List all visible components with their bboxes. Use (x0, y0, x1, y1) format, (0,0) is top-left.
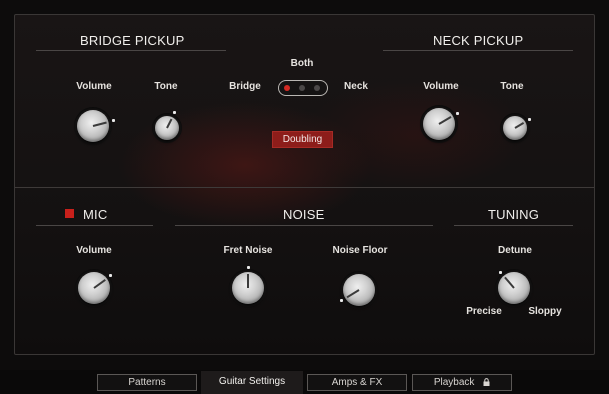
tab-label: Guitar Settings (218, 376, 286, 387)
lock-icon (483, 376, 490, 386)
knob-cap (232, 272, 264, 304)
neck-volume-label: Volume (423, 81, 459, 92)
tab-amps-fx[interactable]: Amps & FX (307, 374, 407, 391)
section-title-tuning: TUNING (488, 207, 540, 222)
knob-cap (78, 272, 110, 304)
selector-bridge-label: Bridge (229, 81, 261, 92)
section-divider (15, 187, 594, 188)
divider (36, 225, 153, 226)
neck-tone-label: Tone (500, 81, 524, 92)
knob-value-indicator (528, 117, 532, 121)
bridge-tone-label: Tone (154, 81, 178, 92)
bridge-volume-label: Volume (76, 81, 112, 92)
tab-label: Playback (433, 377, 475, 388)
knob-cap (155, 116, 179, 140)
tab-guitar-settings[interactable]: Guitar Settings (201, 371, 303, 394)
tab-patterns[interactable]: Patterns (97, 374, 197, 391)
knob-cap (343, 274, 375, 306)
selector-dot-both[interactable] (299, 85, 305, 91)
knob-pointer (514, 121, 525, 129)
knob-pointer (247, 274, 249, 288)
knob-pointer (504, 277, 515, 289)
section-title-neck-pickup: NECK PICKUP (433, 33, 524, 48)
detune-label: Detune (498, 245, 532, 256)
selector-neck-label: Neck (344, 81, 368, 92)
section-title-bridge-pickup: BRIDGE PICKUP (80, 33, 185, 48)
mic-volume-label: Volume (76, 245, 112, 256)
knob-value-indicator (498, 270, 502, 274)
knob-cap (77, 110, 109, 142)
selector-both-label: Both (290, 58, 314, 69)
knob-value-indicator (111, 119, 115, 123)
knob-cap (503, 116, 527, 140)
tab-bar (0, 370, 609, 394)
detune-precise-label: Precise (466, 306, 502, 317)
tab-label: Amps & FX (331, 377, 383, 388)
selector-dot-bridge[interactable] (284, 85, 290, 91)
knob-pointer (166, 118, 173, 129)
pickup-selector-switch[interactable] (278, 80, 328, 96)
knob-value-indicator (109, 274, 113, 278)
knob-value-indicator (246, 265, 250, 269)
tab-playback[interactable]: Playback (412, 374, 512, 391)
detune-knob[interactable] (492, 266, 536, 310)
divider (383, 50, 573, 51)
bridge-tone-knob[interactable] (150, 111, 184, 145)
section-title-mic: MIC (83, 207, 108, 222)
fret-noise-knob[interactable] (226, 265, 270, 310)
noise-floor-knob[interactable] (337, 268, 381, 312)
knob-pointer (93, 279, 106, 289)
neck-volume-knob[interactable] (417, 102, 461, 146)
selector-dot-neck[interactable] (314, 85, 320, 91)
knob-pointer (438, 116, 452, 125)
section-title-noise: NOISE (283, 207, 325, 222)
knob-cap (498, 272, 530, 304)
neck-tone-knob[interactable] (498, 111, 532, 145)
noise-floor-label: Noise Floor (332, 245, 388, 256)
knob-value-indicator (455, 111, 459, 115)
divider (36, 50, 226, 51)
fret-noise-label: Fret Noise (223, 245, 273, 256)
mic-enable-led[interactable] (65, 209, 74, 218)
knob-pointer (92, 121, 107, 127)
mic-volume-knob[interactable] (72, 266, 116, 310)
divider (175, 225, 433, 226)
doubling-button[interactable]: Doubling (272, 131, 333, 148)
detune-sloppy-label: Sloppy (528, 306, 562, 317)
knob-pointer (346, 289, 360, 298)
tab-label: Patterns (128, 377, 166, 388)
knob-cap (423, 108, 455, 140)
knob-value-indicator (339, 299, 343, 303)
divider (454, 225, 573, 226)
knob-value-indicator (173, 111, 177, 115)
bridge-volume-knob[interactable] (71, 104, 115, 148)
